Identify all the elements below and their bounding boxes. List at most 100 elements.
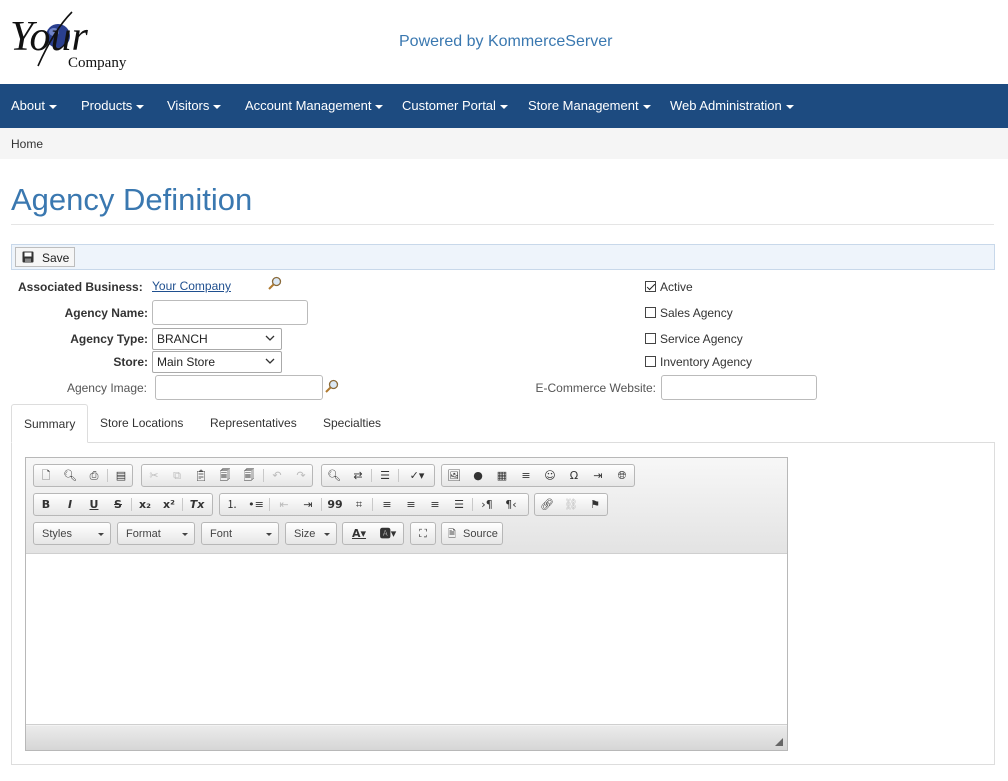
associated-business-link[interactable]: Your Company xyxy=(152,279,231,293)
new-page-icon[interactable]: 🗋 xyxy=(35,465,57,486)
editor-content-area[interactable] xyxy=(26,553,787,725)
unlink-icon[interactable]: ⛓ xyxy=(560,494,582,515)
editor-toolbar: 🗋 🔍︎ ⎙ ▤ ✂ ⧉ 📋︎ 🗐 🗐 ↶ ↷ 🔍︎ ⇄ ☰ ✓▾ 🖼︎ ● ▦… xyxy=(26,458,787,553)
outdent-icon[interactable]: ⇤ xyxy=(273,494,295,515)
inventory-agency-checkbox[interactable]: Inventory Agency xyxy=(645,355,752,369)
background-color-icon[interactable]: 🅰︎▾ xyxy=(374,523,402,544)
nav-store-management[interactable]: Store Management xyxy=(528,84,651,128)
service-agency-label: Service Agency xyxy=(660,332,743,346)
anchor-flag-icon[interactable]: ⚑ xyxy=(584,494,606,515)
breadcrumb-home[interactable]: Home xyxy=(11,137,43,151)
spellcheck-icon[interactable]: ✓▾ xyxy=(402,465,432,486)
tab-store-locations[interactable]: Store Locations xyxy=(100,404,183,443)
cut-icon[interactable]: ✂ xyxy=(143,465,165,486)
find-icon[interactable]: 🔍︎ xyxy=(323,465,345,486)
link-icon[interactable]: 🔗︎ xyxy=(536,494,558,515)
chevron-down-icon xyxy=(265,358,275,364)
active-checkbox-label: Active xyxy=(660,280,693,294)
horizontal-rule-icon[interactable]: ≡ xyxy=(515,465,537,486)
select-all-icon[interactable]: ☰ xyxy=(374,465,396,486)
store-label: Store: xyxy=(113,355,148,369)
align-left-icon[interactable]: ≡ xyxy=(376,494,398,515)
tab-summary[interactable]: Summary xyxy=(11,404,89,443)
chevron-down-icon xyxy=(265,335,275,341)
paste-text-icon[interactable]: 🗐 xyxy=(214,465,236,486)
text-direction-ltr-icon[interactable]: ›¶ xyxy=(476,494,498,515)
format-combo[interactable]: Format xyxy=(117,522,195,545)
italic-icon[interactable]: I xyxy=(59,494,81,515)
basic-styles-tool-group: B I U S x₂ x² Tx xyxy=(33,493,213,516)
sales-agency-checkbox[interactable]: Sales Agency xyxy=(645,306,733,320)
nav-about[interactable]: About xyxy=(11,84,57,128)
nav-customer-portal-label: Customer Portal xyxy=(402,98,496,113)
nav-store-management-label: Store Management xyxy=(528,98,639,113)
bold-icon[interactable]: B xyxy=(35,494,57,515)
subscript-icon[interactable]: x₂ xyxy=(134,494,156,515)
nav-web-administration[interactable]: Web Administration xyxy=(670,84,794,128)
flash-icon[interactable]: ● xyxy=(467,465,489,486)
align-justify-icon[interactable]: ☰ xyxy=(448,494,470,515)
nav-visitors[interactable]: Visitors xyxy=(167,84,222,128)
active-checkbox[interactable]: Active xyxy=(645,280,693,294)
resize-handle-icon[interactable] xyxy=(775,738,783,746)
numbered-list-icon[interactable]: ⒈ xyxy=(221,494,243,515)
image-icon[interactable]: 🖼︎ xyxy=(443,465,465,486)
text-direction-rtl-icon[interactable]: ¶‹ xyxy=(500,494,522,515)
magnifier-icon[interactable] xyxy=(325,379,339,393)
indent-icon[interactable]: ⇥ xyxy=(297,494,319,515)
print-icon[interactable]: ⎙ xyxy=(83,465,105,486)
align-center-icon[interactable]: ≡ xyxy=(400,494,422,515)
source-button[interactable]: 🗎 Source xyxy=(441,522,503,545)
logo-company-text: Company xyxy=(68,55,127,71)
superscript-icon[interactable]: x² xyxy=(158,494,180,515)
font-combo[interactable]: Font xyxy=(201,522,279,545)
special-char-icon[interactable]: Ω xyxy=(563,465,585,486)
tab-representatives[interactable]: Representatives xyxy=(210,404,297,443)
strikethrough-icon[interactable]: S xyxy=(107,494,129,515)
templates-icon[interactable]: ▤ xyxy=(110,465,132,486)
align-right-icon[interactable]: ≡ xyxy=(424,494,446,515)
iframe-icon[interactable]: 🌐︎ xyxy=(611,465,633,486)
preview-icon[interactable]: 🔍︎ xyxy=(59,465,81,486)
blockquote-icon[interactable]: 99 xyxy=(324,494,346,515)
remove-format-icon[interactable]: Tx xyxy=(186,494,208,515)
separator xyxy=(107,469,108,482)
company-logo[interactable]: Your Company xyxy=(10,8,140,74)
paste-word-icon[interactable]: 🗐 xyxy=(238,465,260,486)
text-color-icon[interactable]: A▾ xyxy=(345,523,373,544)
separator xyxy=(182,498,183,511)
smiley-icon[interactable]: ☺ xyxy=(539,465,561,486)
paste-icon[interactable]: 📋︎ xyxy=(190,465,212,486)
table-icon[interactable]: ▦ xyxy=(491,465,513,486)
agency-image-input[interactable] xyxy=(155,375,323,400)
nav-account-management[interactable]: Account Management xyxy=(245,84,384,128)
replace-icon[interactable]: ⇄ xyxy=(347,465,369,486)
separator xyxy=(321,498,322,511)
nav-products[interactable]: Products xyxy=(81,84,145,128)
separator xyxy=(371,469,372,482)
redo-icon[interactable]: ↷ xyxy=(290,465,312,486)
maximize-icon[interactable]: ⛶ xyxy=(412,523,434,544)
agency-type-select[interactable]: BRANCH xyxy=(152,328,282,350)
nav-customer-portal[interactable]: Customer Portal xyxy=(402,84,508,128)
separator xyxy=(398,469,399,482)
copy-icon[interactable]: ⧉ xyxy=(166,465,188,486)
styles-combo[interactable]: Styles xyxy=(33,522,111,545)
underline-icon[interactable]: U xyxy=(83,494,105,515)
breadcrumb: Home xyxy=(0,128,1008,159)
size-combo[interactable]: Size xyxy=(285,522,337,545)
store-select[interactable]: Main Store xyxy=(152,351,282,373)
undo-icon[interactable]: ↶ xyxy=(266,465,288,486)
save-button[interactable]: Save xyxy=(15,247,75,267)
sales-agency-label: Sales Agency xyxy=(660,306,733,320)
magnifier-icon[interactable] xyxy=(268,276,282,290)
nav-about-label: About xyxy=(11,98,45,113)
service-agency-checkbox[interactable]: Service Agency xyxy=(645,332,743,346)
tab-specialties[interactable]: Specialties xyxy=(323,404,381,443)
source-button-label: Source xyxy=(463,528,498,540)
create-div-icon[interactable]: ⌗ xyxy=(348,494,370,515)
bulleted-list-icon[interactable]: •≡ xyxy=(245,494,267,515)
ecommerce-website-input[interactable] xyxy=(661,375,817,400)
page-break-icon[interactable]: ⇥ xyxy=(587,465,609,486)
agency-name-input[interactable] xyxy=(152,300,308,325)
